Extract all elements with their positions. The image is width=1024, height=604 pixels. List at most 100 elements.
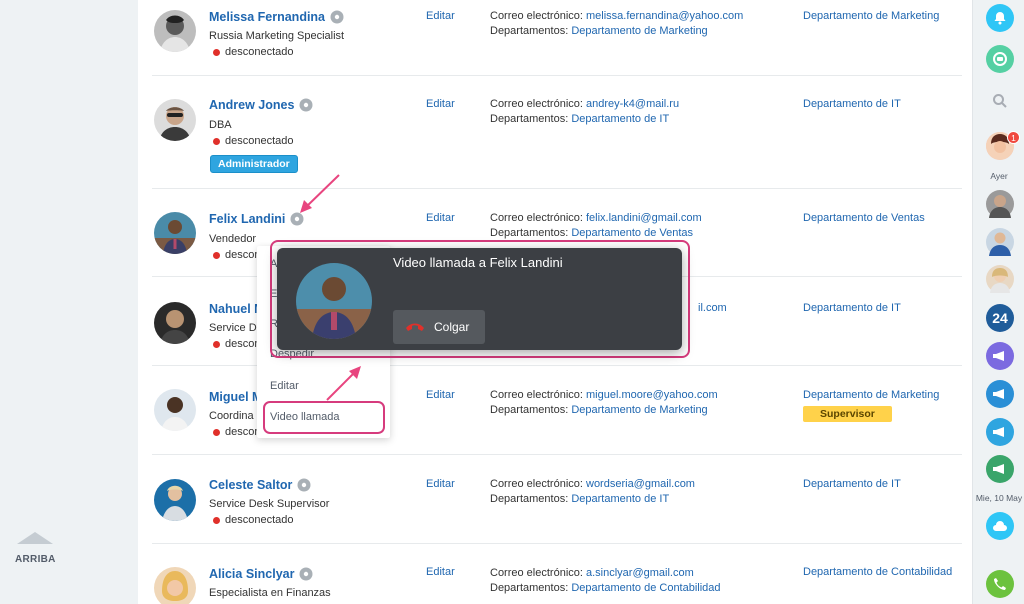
- contact-info: Correo electrónico: melissa.fernandina@y…: [490, 10, 744, 37]
- edit-link[interactable]: Editar: [426, 10, 455, 22]
- hangup-phone-icon: [406, 323, 424, 331]
- edit-link[interactable]: Editar: [426, 212, 455, 224]
- call-avatar: [296, 263, 372, 339]
- department-link[interactable]: Departamento de IT: [571, 113, 669, 125]
- edit-link[interactable]: Editar: [426, 566, 455, 578]
- status-badge: descon: [213, 426, 260, 438]
- employee-name[interactable]: Miguel M: [209, 390, 262, 404]
- video-call-highlight: [263, 401, 385, 434]
- scroll-up-button[interactable]: ARRIBA: [15, 532, 55, 565]
- up-arrow-icon: [17, 532, 53, 544]
- employee-position: Service Desk Supervisor: [209, 498, 330, 510]
- video-call-popup: Video llamada a Felix Landini Colgar: [277, 248, 682, 350]
- scroll-up-label: ARRIBA: [15, 554, 56, 565]
- status-badge: desconectado: [213, 135, 294, 147]
- department-link[interactable]: Departamento de IT: [571, 493, 669, 505]
- recent-chat-avatar[interactable]: [986, 190, 1014, 218]
- contact-info: il.com: [698, 301, 727, 316]
- department-link[interactable]: Departamento de Ventas: [571, 227, 693, 239]
- avatar[interactable]: [154, 212, 196, 254]
- edit-link[interactable]: Editar: [426, 478, 455, 490]
- search-icon[interactable]: [986, 87, 1014, 115]
- gear-icon[interactable]: [297, 478, 311, 492]
- yesterday-label: Ayer: [990, 171, 1008, 181]
- status-badge: desconectado: [213, 514, 294, 526]
- megaphone-icon[interactable]: [986, 418, 1014, 446]
- left-rail: ARRIBA: [0, 0, 138, 604]
- offline-dot-icon: [213, 137, 220, 145]
- employee-name[interactable]: Celeste Saltor: [209, 478, 292, 492]
- edit-link[interactable]: Editar: [426, 389, 455, 401]
- call-title: Video llamada a Felix Landini: [393, 255, 563, 270]
- email-link[interactable]: wordseria@gmail.com: [586, 478, 695, 490]
- employee-row: Andrew Jones DBA desconectado Administra…: [152, 77, 962, 189]
- gear-icon[interactable]: [299, 98, 313, 112]
- recent-chat-avatar[interactable]: [986, 228, 1014, 256]
- recent-chat-avatar[interactable]: [986, 265, 1014, 293]
- department-link[interactable]: Departamento de Marketing: [571, 25, 707, 37]
- offline-dot-icon: [213, 48, 220, 56]
- department-link[interactable]: Departamento de Marketing: [571, 404, 707, 416]
- department-column-link[interactable]: Departamento de IT: [803, 98, 901, 110]
- right-sidebar: 1 Ayer 24 Mie, 10 May: [972, 0, 1024, 604]
- offline-dot-icon: [213, 516, 220, 524]
- avatar[interactable]: [154, 10, 196, 52]
- department-column-link[interactable]: Departamento de IT: [803, 302, 901, 314]
- megaphone-icon[interactable]: [986, 342, 1014, 370]
- department-column-link[interactable]: Departamento de Ventas: [803, 212, 925, 224]
- avatar[interactable]: [154, 389, 196, 431]
- unread-count-badge: 1: [1007, 131, 1020, 144]
- contact-info: Correo electrónico: felix.landini@gmail.…: [490, 212, 702, 239]
- edit-link[interactable]: Editar: [426, 98, 455, 110]
- department-column-link[interactable]: Departamento de Marketing: [803, 10, 939, 22]
- email-link[interactable]: felix.landini@gmail.com: [586, 212, 702, 224]
- name-line: Melissa Fernandina: [209, 10, 344, 24]
- cloud-icon[interactable]: [986, 512, 1014, 540]
- email-link[interactable]: miguel.moore@yahoo.com: [586, 389, 718, 401]
- contact-info: Correo electrónico: miguel.moore@yahoo.c…: [490, 389, 718, 416]
- email-link[interactable]: a.sinclyar@gmail.com: [586, 567, 694, 579]
- offline-dot-icon: [213, 428, 220, 436]
- phone-icon[interactable]: [986, 570, 1014, 598]
- gear-icon[interactable]: [330, 10, 344, 24]
- name-line: Felix Landini: [209, 212, 304, 226]
- megaphone-icon[interactable]: [986, 455, 1014, 483]
- email-link[interactable]: il.com: [698, 302, 727, 314]
- employee-position: Service D: [209, 322, 257, 334]
- gear-icon[interactable]: [290, 212, 304, 226]
- department-column-link[interactable]: Departamento de Contabilidad: [803, 566, 952, 578]
- avatar[interactable]: [154, 567, 196, 604]
- contact-info: Correo electrónico: a.sinclyar@gmail.com…: [490, 567, 721, 594]
- employee-row: Celeste Saltor Service Desk Supervisor d…: [152, 456, 962, 544]
- megaphone-icon[interactable]: [986, 380, 1014, 408]
- department-link[interactable]: Departamento de Contabilidad: [571, 582, 720, 594]
- name-line: Miguel M: [209, 390, 262, 404]
- employee-name[interactable]: Felix Landini: [209, 212, 285, 226]
- notifications-bell-icon[interactable]: [986, 4, 1014, 32]
- department-column-link[interactable]: Departamento de Marketing: [803, 389, 939, 401]
- employee-position: Vendedor: [209, 233, 257, 245]
- email-link[interactable]: andrey-k4@mail.ru: [586, 98, 679, 110]
- offline-dot-icon: [213, 340, 220, 348]
- employee-name[interactable]: Andrew Jones: [209, 98, 294, 112]
- hangup-button[interactable]: Colgar: [393, 310, 485, 344]
- contact-info: Correo electrónico: wordseria@gmail.com …: [490, 478, 695, 505]
- employee-row: Alicia Sinclyar Especialista en Finanzas…: [152, 545, 962, 604]
- offline-dot-icon: [213, 251, 220, 259]
- supervisor-badge: Supervisor: [803, 406, 892, 422]
- avatar[interactable]: [154, 479, 196, 521]
- avatar[interactable]: [154, 302, 196, 344]
- date-label: Mie, 10 May: [975, 493, 1023, 503]
- bitrix24-icon[interactable]: 24: [986, 304, 1014, 332]
- status-badge: desconectado: [213, 46, 294, 58]
- avatar[interactable]: [154, 99, 196, 141]
- employee-position: Coordina: [209, 410, 254, 422]
- employee-name[interactable]: Alicia Sinclyar: [209, 567, 294, 581]
- gear-icon[interactable]: [299, 567, 313, 581]
- hangup-label: Colgar: [434, 320, 470, 334]
- open-lines-icon[interactable]: [986, 45, 1014, 73]
- menu-item-edit[interactable]: Editar: [270, 380, 299, 392]
- department-column-link[interactable]: Departamento de IT: [803, 478, 901, 490]
- employee-name[interactable]: Melissa Fernandina: [209, 10, 325, 24]
- email-link[interactable]: melissa.fernandina@yahoo.com: [586, 10, 743, 22]
